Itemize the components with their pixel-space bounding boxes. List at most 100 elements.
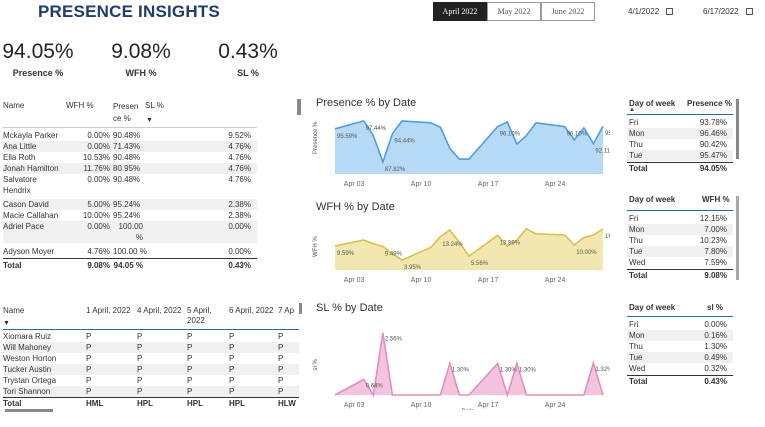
cell-name: Weston Horton bbox=[3, 354, 57, 363]
table-row[interactable]: Ella Roth 10.53% 90.48% 4.76% bbox=[3, 152, 257, 163]
table-row[interactable]: Jonah Hamilton 11.76% 80.95% 4.76% bbox=[3, 163, 257, 174]
data-label: 5.56% bbox=[471, 261, 489, 267]
kpi-presence-value: 94.05% bbox=[2, 40, 74, 63]
dow-row[interactable]: Wed 0.32% bbox=[627, 363, 733, 374]
x-tick-label: Apr 10 bbox=[411, 402, 432, 409]
col-header-name[interactable]: Name bbox=[3, 101, 24, 110]
table-row[interactable]: Ana Little 0.00% 71.43% 4.76% bbox=[3, 141, 257, 152]
table-row[interactable]: Macie Callahan 10.00% 95.24% 2.38% bbox=[3, 210, 257, 221]
cell-status: P bbox=[278, 376, 284, 385]
col-header-wfh[interactable]: WFH % bbox=[702, 195, 730, 204]
sort-asc-icon[interactable]: ▲ bbox=[629, 107, 635, 113]
dow-row[interactable]: Wed 7.59% bbox=[627, 257, 733, 268]
matrix-row[interactable]: Xiomara Ruiz P P P P P bbox=[3, 331, 299, 342]
matrix-row[interactable]: Tori Shannon P P P P P bbox=[3, 386, 299, 397]
matrix-row[interactable]: Weston Horton P P P P P bbox=[3, 353, 299, 364]
calendar-icon[interactable] bbox=[666, 8, 674, 15]
data-label: 9.49% bbox=[385, 251, 403, 257]
vertical-scrollbar[interactable] bbox=[297, 99, 301, 115]
col-header-sl[interactable]: sl % bbox=[707, 303, 723, 312]
cell-value: 1.30% bbox=[704, 342, 727, 351]
matrix-header-date[interactable]: 1 April, 2022 bbox=[86, 306, 130, 315]
cell-status: P bbox=[229, 343, 235, 352]
cell-day: Tue bbox=[629, 353, 643, 362]
cell-name: Tori Shannon bbox=[3, 387, 51, 396]
matrix-header-date[interactable]: 5 April, 2022 bbox=[187, 306, 221, 326]
matrix-header-name[interactable]: Name bbox=[3, 306, 24, 315]
matrix-header-date[interactable]: 7 Ap bbox=[278, 306, 294, 315]
cell-wfh: 10.53% bbox=[82, 153, 110, 162]
cell-name: Mckayla Parker bbox=[3, 131, 59, 140]
dow-row[interactable]: Tue 0.49% bbox=[627, 352, 733, 363]
cell-sl: 2.38% bbox=[228, 200, 251, 209]
tab-may-2022[interactable]: May 2022 bbox=[487, 2, 541, 21]
sort-desc-icon[interactable]: ▼ bbox=[3, 320, 10, 327]
cell-name: Xiomara Ruiz bbox=[3, 332, 52, 341]
col-header-presence[interactable]: Presence % bbox=[687, 99, 732, 108]
dow-row[interactable]: Mon 96.46% bbox=[627, 128, 733, 139]
cell-sl: 0.00% bbox=[228, 247, 251, 256]
matrix-row[interactable]: Tucker Austin P P P P P bbox=[3, 364, 299, 375]
cell-total-label: Total bbox=[3, 261, 22, 270]
dow-row[interactable]: Thu 10.23% bbox=[627, 235, 733, 246]
cell-sl: 4.76% bbox=[228, 164, 251, 173]
cell-presence: 71.43% bbox=[113, 142, 141, 151]
kpi-wfh-label: WFH % bbox=[125, 68, 157, 78]
col-header-day[interactable]: Day of week bbox=[629, 303, 675, 312]
matrix-row[interactable]: Will Mahoney P P P P P bbox=[3, 342, 299, 353]
data-label: 1.30% bbox=[452, 367, 470, 373]
dow-row[interactable]: Thu 90.42% bbox=[627, 139, 733, 150]
dow-total-row: Total 9.08% bbox=[627, 270, 733, 281]
dow-row[interactable]: Thu 1.30% bbox=[627, 341, 733, 352]
attendance-matrix: Name 1 April, 2022 4 April, 2022 5 April… bbox=[3, 303, 302, 413]
cell-sl: 4.76% bbox=[228, 153, 251, 162]
vertical-scrollbar[interactable] bbox=[736, 99, 739, 159]
matrix-header-date[interactable]: 4 April, 2022 bbox=[137, 306, 181, 315]
cell-status: P bbox=[86, 332, 92, 341]
col-header-day[interactable]: Day of week bbox=[629, 195, 675, 204]
dow-row[interactable]: Fri 12.15% bbox=[627, 213, 733, 224]
col-header-day[interactable]: Day of week bbox=[629, 99, 675, 108]
matrix-header-date[interactable]: 6 April, 2022 bbox=[229, 306, 273, 315]
data-label: 16.44% bbox=[605, 234, 610, 240]
vertical-scrollbar[interactable] bbox=[299, 303, 302, 314]
cell-sl: 0.00% bbox=[228, 222, 251, 231]
page-title: PRESENCE INSIGHTS bbox=[38, 2, 220, 21]
dow-row[interactable]: Mon 7.00% bbox=[627, 224, 733, 235]
total-divider bbox=[3, 258, 257, 259]
sort-desc-icon[interactable]: ▼ bbox=[146, 117, 153, 124]
cell-value: 7.00% bbox=[704, 225, 727, 234]
cell-presence: 95.24% bbox=[113, 200, 141, 209]
cell-total-status: HLW bbox=[278, 399, 296, 408]
col-header-wfh[interactable]: WFH % bbox=[66, 101, 94, 110]
header-divider bbox=[627, 114, 733, 115]
col-header-presence[interactable]: Presen ce % bbox=[113, 101, 143, 125]
date-to-field[interactable]: 6/17/2022 bbox=[703, 4, 753, 19]
tab-june-2022[interactable]: June 2022 bbox=[541, 2, 595, 21]
table-row[interactable]: Cason David 5.00% 95.24% 2.38% bbox=[3, 199, 257, 210]
table-row[interactable]: Salvatore Hendrix 0.00% 90.48% 4.76% bbox=[3, 174, 257, 196]
calendar-icon[interactable] bbox=[745, 8, 753, 15]
kpi-presence: 94.05% Presence % bbox=[0, 40, 76, 78]
dow-row[interactable]: Tue 95.47% bbox=[627, 150, 733, 161]
vertical-scrollbar[interactable] bbox=[736, 196, 739, 280]
cell-wfh: 0.00% bbox=[87, 142, 110, 151]
table-row[interactable]: Adyson Moyer 4.76% 100.00 % 0.00% bbox=[3, 246, 257, 257]
col-header-sl[interactable]: SL % bbox=[145, 101, 164, 110]
dow-row[interactable]: Mon 0.16% bbox=[627, 330, 733, 341]
data-label: 96.10% bbox=[567, 132, 588, 138]
dow-row[interactable]: Tue 7.80% bbox=[627, 246, 733, 257]
matrix-row[interactable]: Trystan Ortega P P P P P bbox=[3, 375, 299, 386]
tab-april-2022[interactable]: April 2022 bbox=[433, 2, 487, 21]
cell-wfh: 0.00% bbox=[87, 131, 110, 140]
table-row[interactable]: Mckayla Parker 0.00% 90.48% 9.52% bbox=[3, 130, 257, 141]
cell-status: P bbox=[229, 387, 235, 396]
cell-presence: 100.00 % bbox=[118, 222, 143, 242]
date-from-field[interactable]: 4/1/2022 bbox=[628, 4, 674, 19]
dow-row[interactable]: Fri 93.78% bbox=[627, 117, 733, 128]
dow-row[interactable]: Fri 0.00% bbox=[627, 319, 733, 330]
x-tick-label: Apr 24 bbox=[545, 181, 566, 188]
table-row[interactable]: Adriel Pace 0.00% 100.00 % 0.00% bbox=[3, 221, 257, 243]
header-divider bbox=[3, 127, 257, 128]
horizontal-scrollbar[interactable] bbox=[5, 409, 53, 412]
